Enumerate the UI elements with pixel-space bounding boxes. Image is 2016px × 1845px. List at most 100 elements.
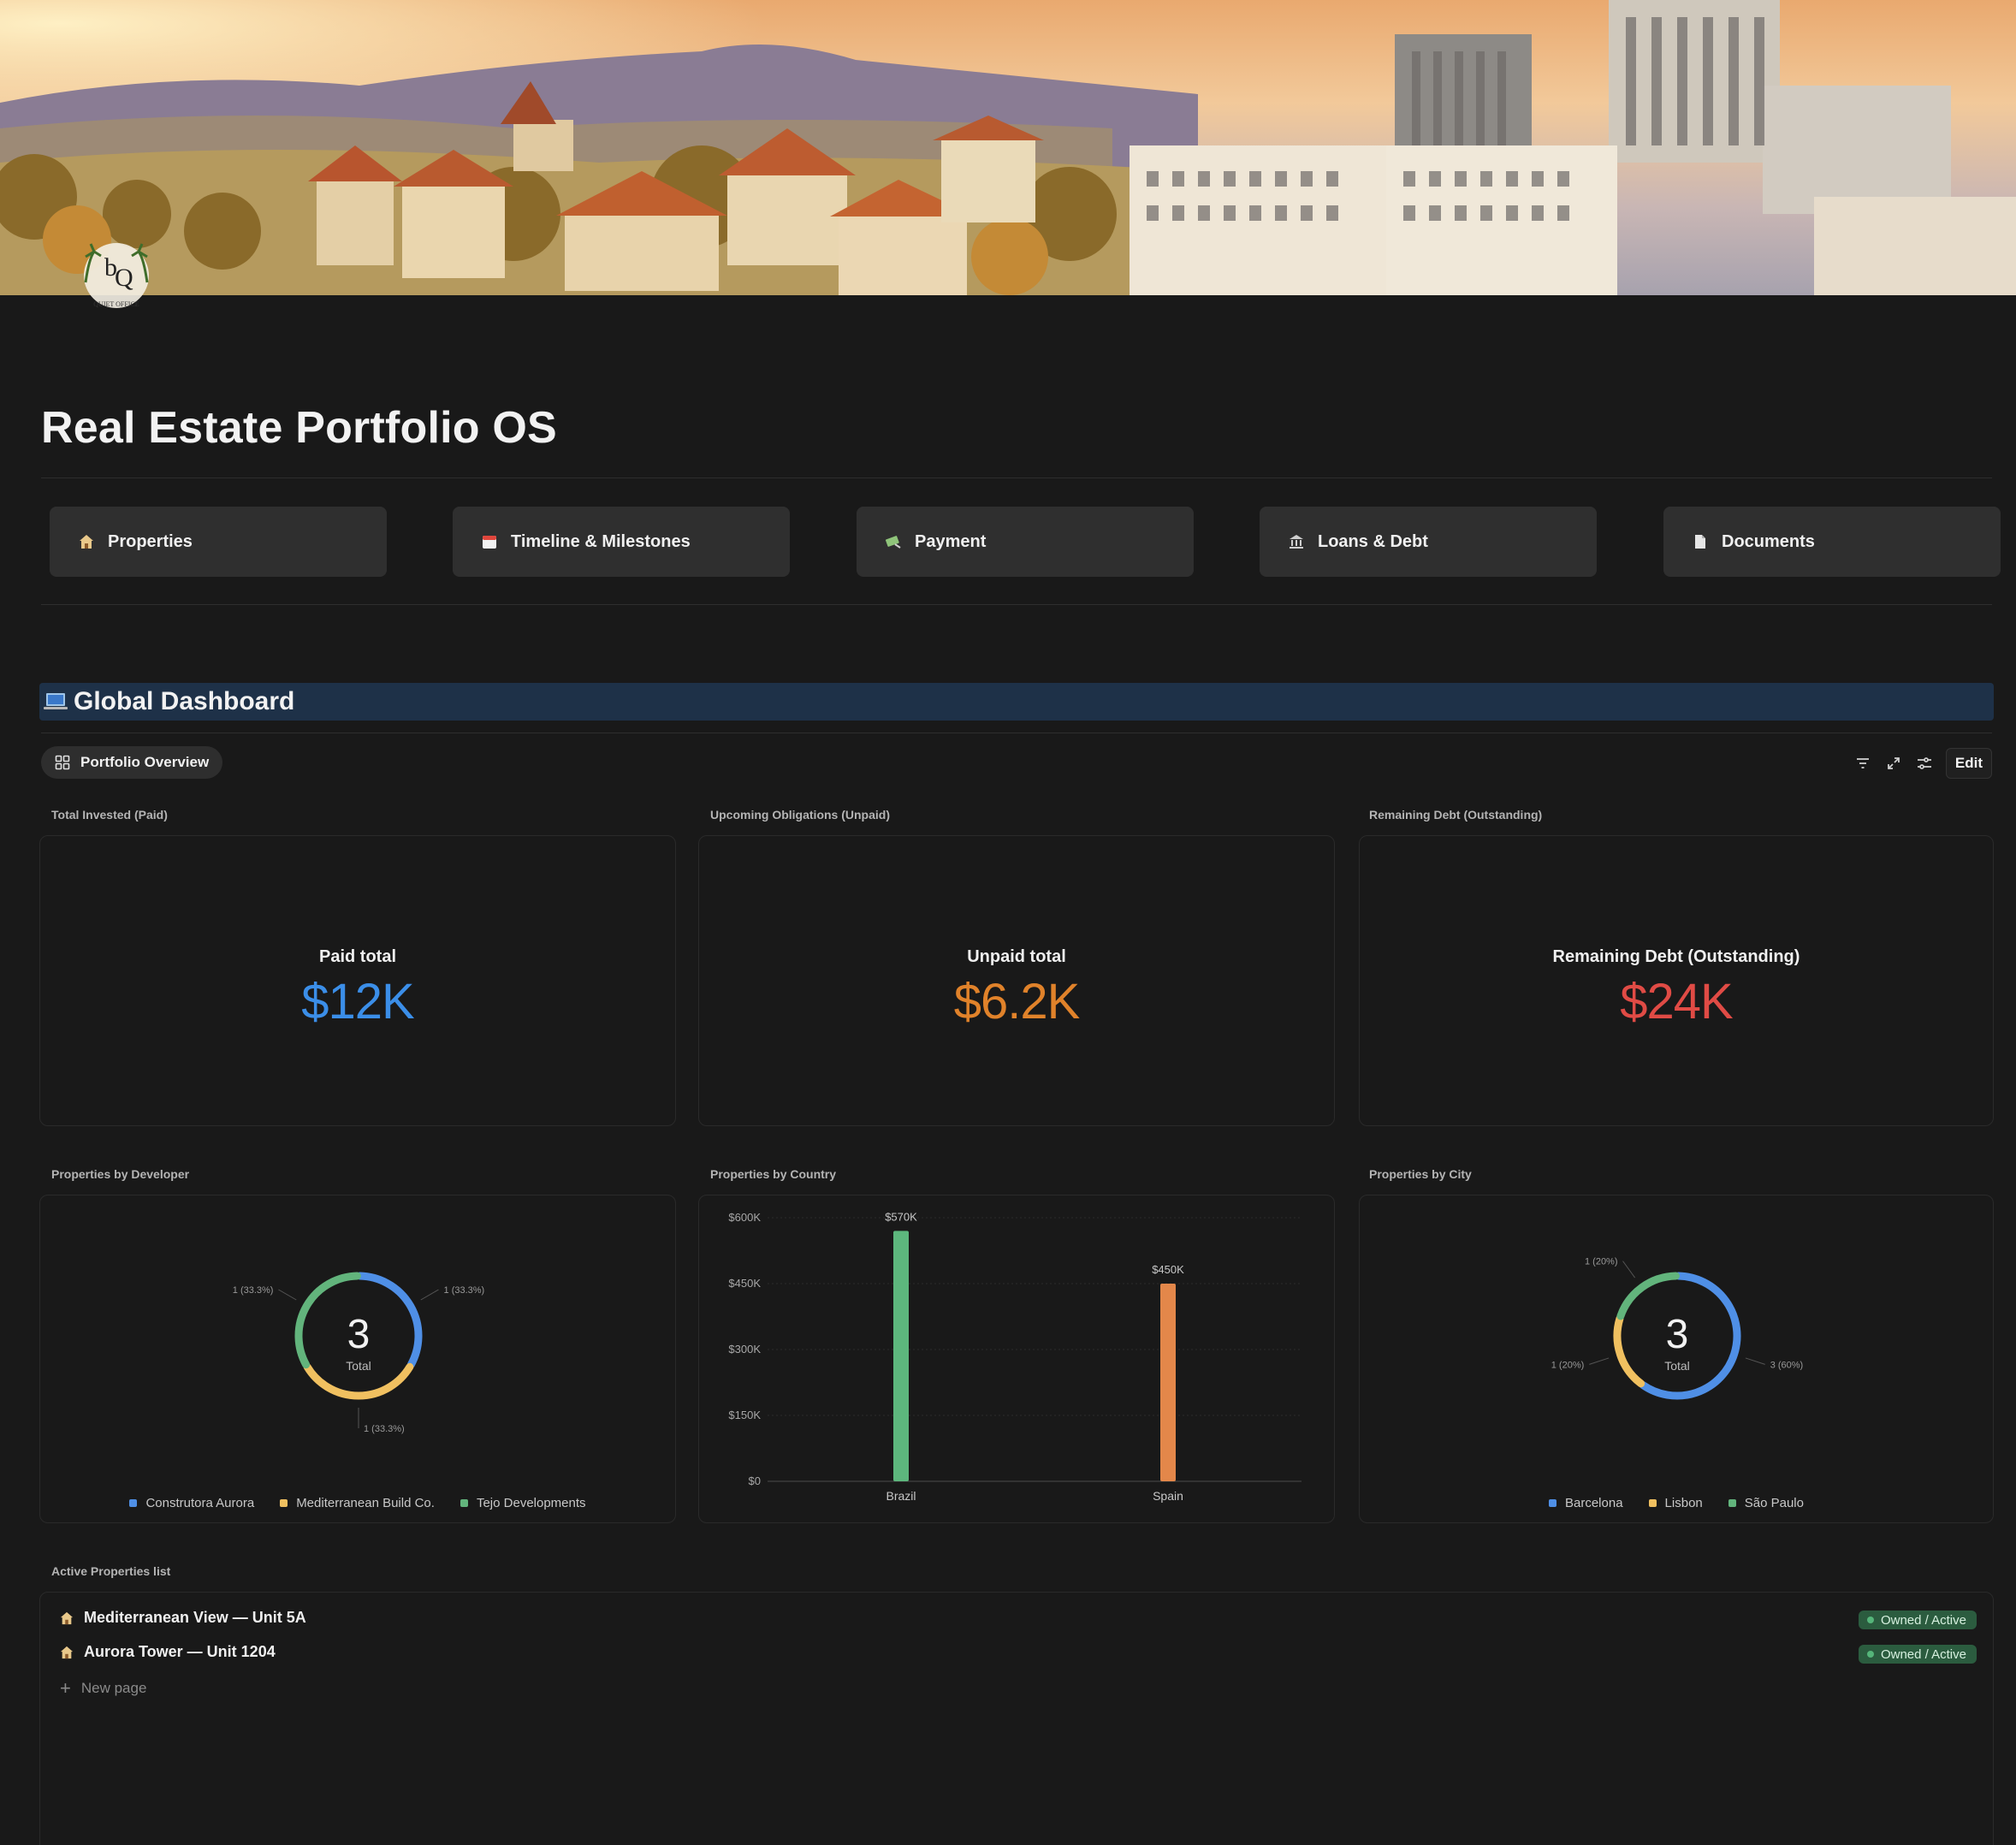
legend-swatch — [1549, 1499, 1556, 1507]
slice-label: 1 (33.3%) — [444, 1285, 485, 1296]
plus-icon: + — [60, 1677, 71, 1699]
expand-icon[interactable] — [1884, 754, 1903, 773]
legend-swatch — [1648, 1499, 1657, 1507]
gallery-icon — [55, 755, 70, 770]
legend-item: Lisbon — [1648, 1496, 1703, 1510]
nav-button-documents[interactable]: Documents — [1663, 507, 2001, 577]
bar-value-label: $570K — [885, 1210, 917, 1223]
metric-title: Paid total — [318, 947, 396, 966]
nav-button-properties[interactable]: Properties — [50, 507, 387, 577]
slice-leader-line — [1589, 1357, 1610, 1365]
legend-item: Barcelona — [1549, 1496, 1623, 1510]
chart-legend: Construtora Aurora Mediterranean Build C… — [40, 1496, 675, 1510]
list-item-title: Aurora Tower — Unit 1204 — [84, 1643, 276, 1660]
nav-label: Timeline & Milestones — [511, 531, 691, 551]
slice-label: 1 (20%) — [1585, 1257, 1618, 1267]
donut-slice — [1616, 1272, 1680, 1320]
new-page-button[interactable]: + New page — [60, 1677, 146, 1700]
x-tick-label: Brazil — [886, 1489, 916, 1503]
house-icon — [60, 1646, 74, 1659]
list-item[interactable]: Aurora Tower — Unit 1204 — [60, 1643, 276, 1661]
edit-button[interactable]: Edit — [1945, 748, 1992, 779]
bank-icon — [1287, 532, 1306, 551]
nav-label: Payment — [915, 531, 987, 551]
active-properties-list — [39, 1592, 1994, 1845]
nav-button-loans[interactable]: Loans & Debt — [1260, 507, 1597, 577]
legend-swatch — [460, 1499, 468, 1507]
divider — [41, 604, 1992, 605]
settings-sliders-icon[interactable] — [1915, 754, 1934, 773]
donut-center-label: Total — [1664, 1359, 1690, 1373]
slice-leader-line — [278, 1289, 297, 1301]
legend-item: Construtora Aurora — [129, 1496, 254, 1510]
slice-label: 1 (33.3%) — [233, 1285, 274, 1296]
legend-swatch — [280, 1499, 288, 1507]
legend-item: São Paulo — [1728, 1496, 1804, 1510]
chart-card-city[interactable]: 3 (60%) 1 (20%) 1 (20%) 3 Total Barcelona Li… — [1359, 1195, 1994, 1523]
y-tick-label: $300K — [728, 1343, 761, 1356]
donut-chart-developer: 1 (33.3%) 1 (33.3%) 1 (33.3%) 3 Total — [233, 1272, 485, 1434]
y-tick-label: $150K — [728, 1409, 761, 1421]
slice-label: 1 (33.3%) — [364, 1424, 405, 1434]
nav-button-payment[interactable]: Payment — [857, 507, 1194, 577]
list-item-title: Mediterranean View — Unit 5A — [84, 1609, 306, 1626]
view-toolbar: Edit — [1853, 748, 1992, 779]
donut-center-label: Total — [346, 1359, 371, 1373]
y-tick-label: $600K — [728, 1211, 761, 1224]
nav-button-timeline[interactable]: Timeline & Milestones — [453, 507, 790, 577]
donut-slice — [1639, 1272, 1741, 1400]
donut-center-value: 3 — [347, 1312, 371, 1357]
card-label: Properties by Developer — [51, 1167, 190, 1181]
card-label: Remaining Debt (Outstanding) — [1369, 808, 1543, 822]
status-badge: Owned / Active — [1858, 1645, 1977, 1664]
chart-card-developer[interactable]: 1 (33.3%) 1 (33.3%) 1 (33.3%) 3 Total Constr… — [39, 1195, 676, 1523]
slice-leader-line — [1622, 1261, 1636, 1278]
nav-label: Loans & Debt — [1318, 531, 1428, 551]
dashboard-heading: Global Dashboard — [39, 683, 1994, 721]
metric-value: $12K — [301, 974, 414, 1029]
bar — [893, 1231, 909, 1481]
card-label: Total Invested (Paid) — [51, 808, 168, 822]
workspace-logo: b Q QUIET OFFICE — [68, 241, 164, 317]
calendar-icon — [480, 532, 499, 551]
card-label: Active Properties list — [51, 1564, 171, 1578]
bar — [1160, 1284, 1176, 1481]
view-tab-portfolio-overview[interactable]: Portfolio Overview — [41, 746, 223, 779]
nav-label: Properties — [108, 531, 193, 551]
status-dot — [1866, 1651, 1874, 1658]
legend-item: Mediterranean Build Co. — [280, 1496, 435, 1510]
slice-leader-line — [1745, 1357, 1765, 1365]
legend-item: Tejo Developments — [460, 1496, 586, 1510]
x-tick-label: Spain — [1153, 1489, 1183, 1503]
svg-text:Q: Q — [115, 264, 133, 292]
metric-value: $24K — [1620, 974, 1733, 1029]
metric-card-unpaid[interactable]: Unpaid total $6.2K — [698, 835, 1335, 1126]
status-dot — [1866, 1617, 1874, 1623]
card-label: Upcoming Obligations (Unpaid) — [710, 808, 890, 822]
metric-title: Remaining Debt (Outstanding) — [1552, 947, 1800, 966]
page-title: Real Estate Portfolio OS — [41, 403, 557, 453]
document-icon — [1691, 532, 1710, 551]
donut-slice — [1613, 1314, 1645, 1388]
chart-card-country[interactable]: $0 $150K $300K $450K $600K $570K Brazil $450K Sp… — [698, 1195, 1335, 1523]
status-badge: Owned / Active — [1858, 1611, 1977, 1629]
slice-leader-line — [420, 1289, 439, 1301]
donut-chart-city: 3 (60%) 1 (20%) 1 (20%) 3 Total — [1551, 1257, 1803, 1400]
house-icon — [77, 532, 96, 551]
legend-swatch — [129, 1499, 138, 1507]
laptop-icon — [43, 691, 68, 713]
filter-icon[interactable] — [1853, 754, 1872, 773]
nav-label: Documents — [1722, 531, 1815, 551]
list-item[interactable]: Mediterranean View — Unit 5A — [60, 1609, 306, 1627]
card-label: Properties by City — [1369, 1167, 1472, 1181]
cover-image — [0, 0, 2016, 295]
svg-text:QUIET OFFICE: QUIET OFFICE — [93, 300, 139, 308]
bar-value-label: $450K — [1152, 1263, 1184, 1276]
metric-card-debt[interactable]: Remaining Debt (Outstanding) $24K — [1359, 835, 1994, 1126]
card-label: Properties by Country — [710, 1167, 837, 1181]
metric-value: $6.2K — [953, 974, 1081, 1029]
chart-legend: Barcelona Lisbon São Paulo — [1360, 1496, 1993, 1510]
donut-center-value: 3 — [1666, 1312, 1689, 1357]
y-tick-label: $450K — [728, 1277, 761, 1290]
metric-card-paid[interactable]: Paid total $12K — [39, 835, 676, 1126]
